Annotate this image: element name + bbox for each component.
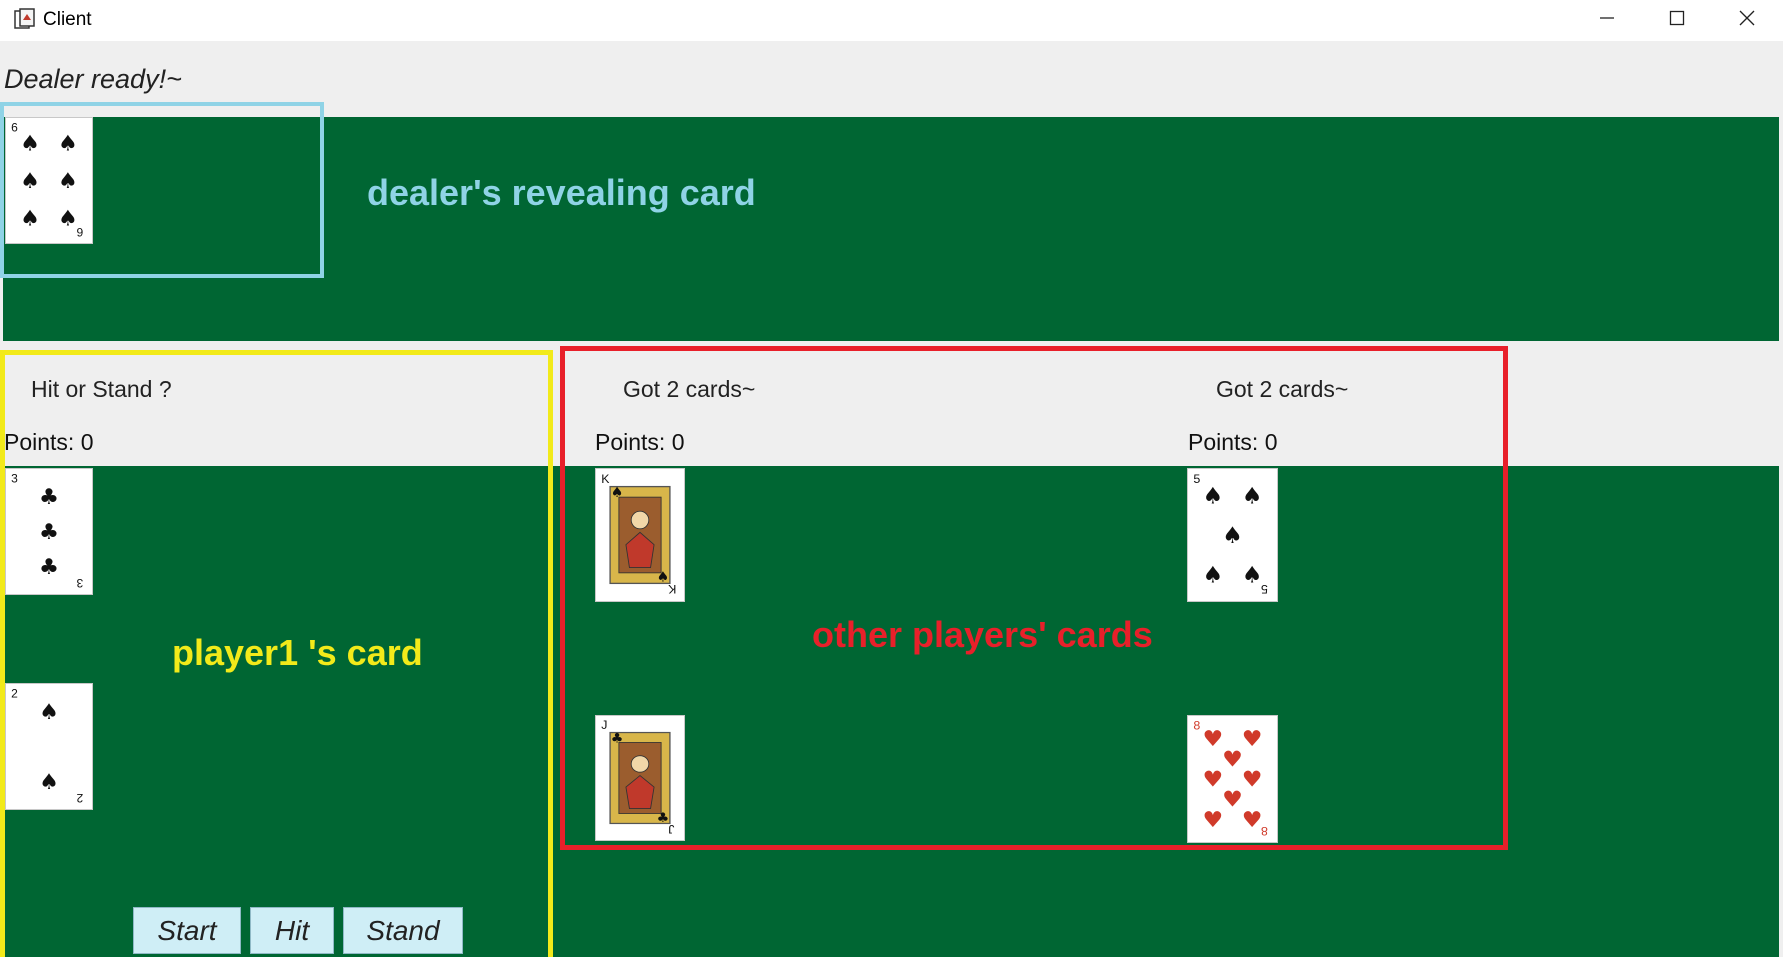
others-annotation-box xyxy=(560,346,1508,850)
stand-button[interactable]: Stand xyxy=(343,907,463,954)
maximize-button[interactable] xyxy=(1642,0,1712,41)
hit-button[interactable]: Hit xyxy=(250,907,334,954)
java-app-icon xyxy=(14,8,36,30)
title-bar: Client xyxy=(0,0,1783,41)
close-icon xyxy=(1739,10,1755,31)
minimize-icon xyxy=(1599,10,1615,31)
start-button[interactable]: Start xyxy=(133,907,241,954)
others-annotation-label: other players' cards xyxy=(812,614,1153,655)
maximize-icon xyxy=(1669,10,1685,31)
player1-annotation-label: player1 's card xyxy=(172,632,423,673)
dealer-annotation-box xyxy=(0,102,324,278)
status-message: Dealer ready!~ xyxy=(4,64,182,94)
close-button[interactable] xyxy=(1712,0,1782,41)
window-title: Client xyxy=(43,9,92,30)
minimize-button[interactable] xyxy=(1572,0,1642,41)
dealer-annotation-label: dealer's revealing card xyxy=(367,172,756,213)
